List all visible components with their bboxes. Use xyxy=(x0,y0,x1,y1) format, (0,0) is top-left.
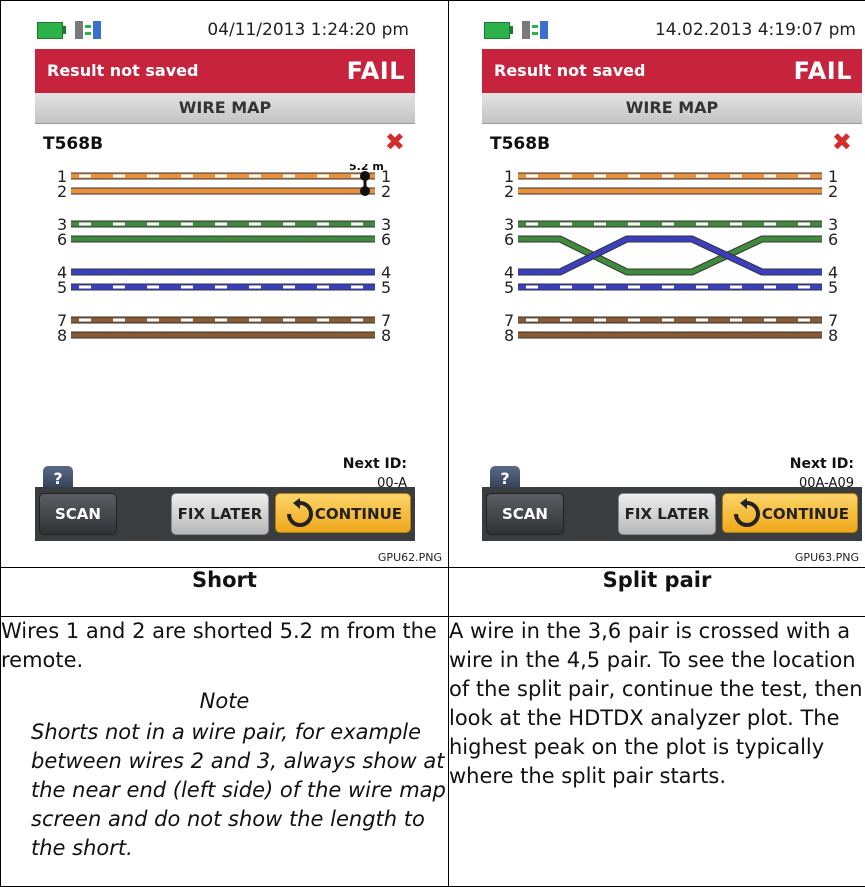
next-id-label: Next ID: xyxy=(789,456,854,472)
note-text: Shorts not in a wire pair, for example b… xyxy=(31,720,446,860)
screen-title: WIRE MAP xyxy=(482,93,862,124)
refresh-arrow-icon xyxy=(734,498,760,527)
pin-label-right: 5 xyxy=(381,278,391,297)
description-text: Wires 1 and 2 are shorted 5.2 m from the… xyxy=(1,619,437,672)
x-mark-icon: ✖ xyxy=(831,128,852,156)
screen-title: WIRE MAP xyxy=(35,93,415,124)
heading-short: Short xyxy=(0,567,449,617)
wire-map-diagram: 1 12 23 36 64 45 57 78 85.2 m xyxy=(57,164,391,345)
battery-tip xyxy=(509,26,513,34)
save-status: Result not saved xyxy=(47,61,199,80)
description-short: Wires 1 and 2 are shorted 5.2 m from the… xyxy=(0,616,449,887)
button-bar: SCAN ON FIX LATER CONTINUE xyxy=(35,487,415,541)
pin-label-right: 8 xyxy=(828,326,838,345)
battery-icon xyxy=(37,22,63,39)
result-bar: Result not saved FAIL xyxy=(482,49,862,93)
refresh-arrow-icon xyxy=(287,498,313,527)
wire-map-panel: T568B ✖ 1 1 2 2 3 3 6 6 4 4 5 5 7 7 8 8 5.2 m ? Next ID:… xyxy=(35,124,415,492)
battery-tip xyxy=(62,26,66,34)
standard-label: T568B xyxy=(490,134,551,154)
image-caption: GPU63.PNG xyxy=(794,551,859,564)
short-distance-label: 5.2 m xyxy=(349,164,384,173)
date-time: 14.02.2013 4:19:07 pm xyxy=(654,20,856,40)
pin-label-right: 2 xyxy=(828,182,838,201)
scan-on-button[interactable]: SCAN ON xyxy=(39,493,117,535)
pin-label-right: 8 xyxy=(381,326,391,345)
pin-label-left: 6 xyxy=(57,230,67,249)
pin-label-left: 2 xyxy=(504,182,514,201)
comparison-table: 04/11/2013 1:24:20 pm Result not saved F… xyxy=(0,0,865,887)
pin-label-left: 6 xyxy=(504,230,514,249)
continue-label: CONTINUE xyxy=(761,505,849,523)
description-split-pair: A wire in the 3,6 pair is crossed with a… xyxy=(448,616,865,887)
image-caption: GPU62.PNG xyxy=(377,551,442,564)
pin-label-left: 2 xyxy=(57,182,67,201)
pin-label-left: 8 xyxy=(57,326,67,345)
battery-icon xyxy=(484,22,510,39)
pin-label-left: 8 xyxy=(504,326,514,345)
tester-screen-split-pair: 14.02.2013 4:19:07 pm Result not saved F… xyxy=(482,14,862,541)
pin-label-left: 5 xyxy=(57,278,67,297)
continue-label: CONTINUE xyxy=(314,505,402,523)
standard-label: T568B xyxy=(43,134,104,154)
pin-label-right: 6 xyxy=(828,230,838,249)
fail-label: FAIL xyxy=(793,57,852,85)
description-text: A wire in the 3,6 pair is crossed with a… xyxy=(449,619,863,788)
continue-button[interactable]: CONTINUE xyxy=(275,493,411,533)
fix-later-button[interactable]: FIX LATER xyxy=(618,493,716,535)
result-bar: Result not saved FAIL xyxy=(35,49,415,93)
button-bar: SCAN ON FIX LATER CONTINUE xyxy=(482,487,862,541)
status-bar: 04/11/2013 1:24:20 pm xyxy=(35,14,415,49)
screenshot-cell-right: 14.02.2013 4:19:07 pm Result not saved F… xyxy=(448,0,865,568)
tester-screen-short: 04/11/2013 1:24:20 pm Result not saved F… xyxy=(35,14,415,541)
fix-later-button[interactable]: FIX LATER xyxy=(171,493,269,535)
short-marker-dot xyxy=(360,186,370,196)
pin-label-right: 6 xyxy=(381,230,391,249)
pin-label-left: 5 xyxy=(504,278,514,297)
fail-label: FAIL xyxy=(346,57,405,85)
pin-label-right: 2 xyxy=(381,182,391,201)
save-status: Result not saved xyxy=(494,61,646,80)
wire-map-panel: T568B ✖ 1122336644557788 ? Next ID: 00A-… xyxy=(482,124,862,492)
next-id-label: Next ID: xyxy=(342,456,407,472)
heading-split-pair: Split pair xyxy=(448,567,865,617)
screenshot-cell-left: 04/11/2013 1:24:20 pm Result not saved F… xyxy=(0,0,449,568)
scan-on-button[interactable]: SCAN ON xyxy=(486,493,564,535)
status-bar: 14.02.2013 4:19:07 pm xyxy=(482,14,862,49)
x-mark-icon: ✖ xyxy=(384,128,405,156)
date-time: 04/11/2013 1:24:20 pm xyxy=(207,20,409,40)
pin-label-right: 5 xyxy=(828,278,838,297)
connection-icon xyxy=(522,21,548,39)
wire-map-diagram: 1 12 23 36 64 45 57 78 8 xyxy=(504,167,838,345)
continue-button[interactable]: CONTINUE xyxy=(722,493,858,533)
note-title: Note xyxy=(199,689,250,713)
connection-icon xyxy=(75,21,101,39)
